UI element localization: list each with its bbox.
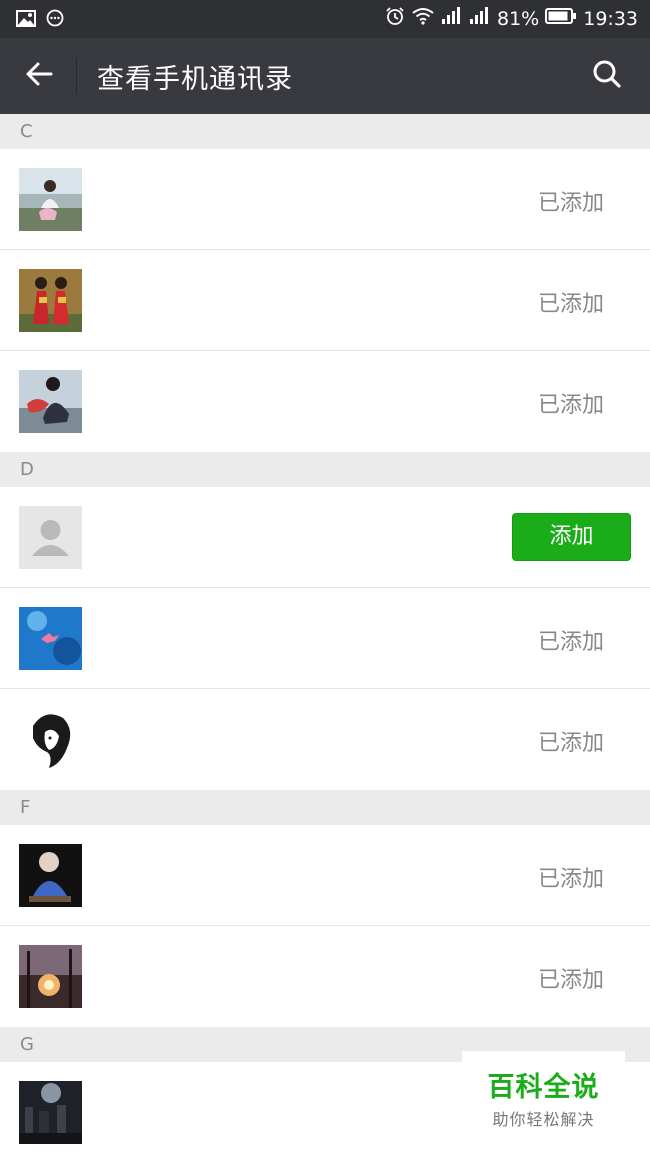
added-status: 已添加 <box>537 191 604 216</box>
chat-notification-icon <box>46 9 64 31</box>
added-status: 已添加 <box>537 968 604 993</box>
added-status: 已添加 <box>537 630 604 655</box>
contact-avatar <box>19 370 82 433</box>
contact-avatar <box>19 168 82 231</box>
contact-row[interactable]: 已添加 <box>0 926 650 1027</box>
contact-avatar <box>19 269 82 332</box>
contact-row[interactable]: 已添加 <box>0 351 650 452</box>
section-header-c: C <box>0 114 650 149</box>
add-button[interactable]: 添加 <box>512 513 631 561</box>
back-arrow-icon <box>25 61 53 91</box>
search-button[interactable] <box>586 54 628 98</box>
battery-icon <box>545 7 577 30</box>
added-status: 已添加 <box>537 393 604 418</box>
alarm-icon <box>385 6 405 31</box>
contact-row[interactable]: 已添加 <box>0 149 650 250</box>
signal-icon <box>441 7 463 30</box>
search-icon <box>592 59 622 93</box>
contact-avatar <box>19 607 82 670</box>
added-status: 已添加 <box>537 731 604 756</box>
contact-list: C 已添加 已添加 已添加 D 添加 已添加 已添加 F 已添加 已添加 G <box>0 114 650 1155</box>
title-divider <box>76 58 77 94</box>
default-avatar <box>19 506 82 569</box>
contact-row[interactable]: 已添加 <box>0 825 650 926</box>
watermark-title: 百科全说 <box>487 1072 600 1103</box>
contact-row[interactable]: 已添加 <box>0 689 650 790</box>
contact-avatar <box>19 1081 82 1144</box>
title-bar: 查看手机通讯录 <box>0 38 650 114</box>
back-button[interactable] <box>18 54 60 98</box>
contact-row[interactable]: 已添加 <box>0 588 650 689</box>
section-header-d: D <box>0 452 650 487</box>
contact-avatar <box>19 945 82 1008</box>
section-header-f: F <box>0 790 650 825</box>
gallery-notification-icon <box>16 9 36 31</box>
watermark: 百科全说 助你轻松解决 <box>462 1051 625 1131</box>
added-status: 已添加 <box>537 867 604 892</box>
page-title: 查看手机通讯录 <box>97 64 293 95</box>
added-status: 已添加 <box>537 292 604 317</box>
battery-percent: 81% <box>497 7 540 30</box>
contact-avatar <box>19 844 82 907</box>
contact-row[interactable]: 添加 <box>0 487 650 588</box>
watermark-subtitle: 助你轻松解决 <box>492 1110 595 1129</box>
contact-row[interactable]: 已添加 <box>0 250 650 351</box>
clock: 19:33 <box>583 7 638 30</box>
signal-icon <box>469 7 491 30</box>
wifi-icon <box>411 7 435 30</box>
contact-avatar <box>19 708 82 771</box>
status-bar: 81% 19:33 <box>0 0 650 38</box>
